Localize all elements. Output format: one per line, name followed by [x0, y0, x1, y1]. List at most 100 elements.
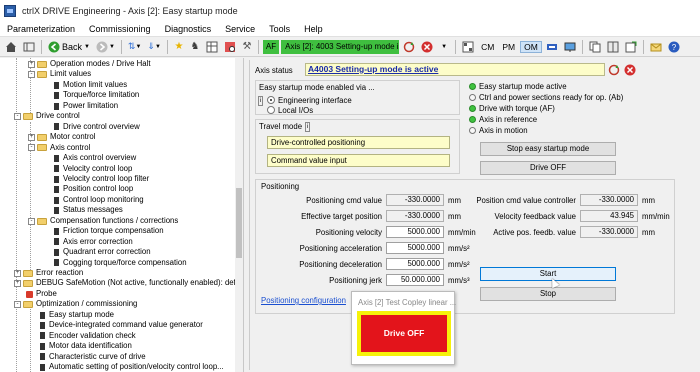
- tree-item[interactable]: Friction torque compensation: [54, 226, 164, 237]
- tree-item[interactable]: + Operation modes / Drive Halt: [28, 59, 151, 70]
- collapse-toggle-icon[interactable]: -: [14, 301, 21, 309]
- tree-item[interactable]: Drive control overview: [54, 122, 140, 133]
- cm-mode-button[interactable]: CM: [478, 42, 497, 52]
- input-positioning-velocity[interactable]: 5000.000: [386, 226, 444, 238]
- person-run-icon[interactable]: ♞: [188, 39, 202, 55]
- tree-item[interactable]: - Limit values: [28, 69, 91, 80]
- radio-engineering-interface[interactable]: [267, 96, 275, 104]
- favorite-star-icon[interactable]: ★: [172, 39, 186, 55]
- tree-item[interactable]: Control loop monitoring: [54, 195, 144, 206]
- back-button[interactable]: Back ▼: [46, 39, 92, 55]
- window-title: ctrlX DRIVE Engineering - Axis [2]: Easy…: [22, 5, 238, 16]
- tree-item[interactable]: Device-integrated command value generato…: [40, 320, 203, 331]
- menu-help[interactable]: Help: [297, 21, 330, 37]
- tree-item[interactable]: Status messages: [54, 205, 123, 216]
- tree-item-label: Optimization / commissioning: [36, 299, 138, 309]
- tree-item[interactable]: + Error reaction: [14, 268, 83, 279]
- menu-service[interactable]: Service: [218, 21, 262, 37]
- drive-off-highlight: Drive OFF: [357, 311, 451, 356]
- menu-diagnostics[interactable]: Diagnostics: [158, 21, 219, 37]
- tree-item[interactable]: Motion limit values: [54, 80, 127, 91]
- option-local-ios[interactable]: Local I/Os: [278, 106, 313, 115]
- drive-off-button[interactable]: Drive OFF: [480, 161, 616, 175]
- chevron-down-icon[interactable]: ▼: [437, 39, 451, 55]
- tree-item[interactable]: Torque/force limitation: [54, 90, 139, 101]
- tree-item[interactable]: - Compensation functions / corrections: [28, 216, 178, 227]
- tree-item[interactable]: Velocity control loop: [54, 164, 132, 175]
- tree-item[interactable]: Encoder validation check: [40, 331, 136, 342]
- expand-toggle-icon[interactable]: +: [28, 133, 35, 141]
- collapse-toggle-icon[interactable]: -: [14, 113, 21, 120]
- help-icon[interactable]: ?: [666, 39, 682, 55]
- page-icon: [40, 311, 45, 319]
- tree-item[interactable]: Axis control overview: [54, 153, 136, 164]
- probe-icon: [26, 290, 33, 298]
- stop-button[interactable]: Stop: [480, 287, 616, 301]
- back-arrow-icon: [48, 41, 60, 52]
- tree-item[interactable]: - Optimization / commissioning: [14, 299, 137, 310]
- positioning-configuration-link[interactable]: Positioning configuration: [261, 296, 346, 305]
- tree-item[interactable]: Characteristic curve of drive: [40, 352, 146, 363]
- tree-item[interactable]: Cogging torque/force compensation: [54, 258, 187, 269]
- export-icon[interactable]: [623, 39, 639, 55]
- stop-easy-startup-button[interactable]: Stop easy startup mode: [480, 142, 616, 156]
- tree-item[interactable]: Quadrant error correction: [54, 247, 151, 258]
- expand-toggle-icon[interactable]: +: [14, 280, 21, 288]
- page-icon: [54, 123, 59, 131]
- tools-icon[interactable]: ⚒: [240, 39, 254, 55]
- menu-parameterization[interactable]: Parameterization: [0, 21, 82, 37]
- refresh-icon[interactable]: [401, 39, 417, 55]
- compare-icon[interactable]: [605, 39, 621, 55]
- table-icon[interactable]: [204, 39, 220, 55]
- tree-item[interactable]: Position control loop: [54, 184, 133, 195]
- tree-item[interactable]: Power limitation: [54, 101, 118, 112]
- travel-mode-positioning[interactable]: Drive-controlled positioning: [267, 136, 450, 149]
- label-positioning-acceleration: Positioning acceleration: [299, 244, 382, 253]
- tree-item[interactable]: Motor data identification: [40, 341, 132, 352]
- tree-scrollbar-thumb[interactable]: [236, 188, 242, 258]
- stop-icon[interactable]: [624, 64, 636, 78]
- input-positioning-jerk[interactable]: 50.000.000: [386, 274, 444, 286]
- collapse-toggle-icon[interactable]: -: [28, 144, 35, 152]
- parameter-icon[interactable]: [222, 39, 238, 55]
- collapse-toggle-icon[interactable]: -: [28, 71, 35, 79]
- tree-item[interactable]: + DEBUG SafeMotion (Not active, functiona…: [14, 278, 236, 289]
- tree-item[interactable]: Axis error correction: [54, 237, 133, 248]
- collapse-toggle-icon[interactable]: -: [28, 217, 35, 225]
- popup-drive-off-button[interactable]: Drive OFF: [361, 315, 447, 352]
- arrows-up-down-icon[interactable]: ⇅ ▼: [126, 39, 144, 55]
- mail-icon[interactable]: [648, 39, 664, 55]
- copy-icon[interactable]: [587, 39, 603, 55]
- radio-local-ios[interactable]: [267, 106, 275, 114]
- refresh-icon[interactable]: [608, 64, 620, 78]
- tree-item-label: Axis error correction: [63, 236, 133, 246]
- tree-scrollbar[interactable]: [235, 58, 243, 372]
- tree-item[interactable]: Automatic setting of position/velocity c…: [40, 362, 224, 372]
- input-positioning-acceleration[interactable]: 5000.000: [386, 242, 444, 254]
- tree-item[interactable]: Velocity control loop filter: [54, 174, 149, 185]
- tree-item[interactable]: - Axis control: [28, 143, 90, 154]
- home-icon[interactable]: [3, 39, 19, 55]
- monitor-icon[interactable]: [562, 39, 578, 55]
- tree-view-icon[interactable]: [21, 39, 37, 55]
- forward-button[interactable]: ▼: [94, 39, 117, 55]
- option-engineering-interface[interactable]: Engineering interface: [278, 96, 352, 105]
- expand-toggle-icon[interactable]: +: [14, 269, 21, 277]
- tree-item[interactable]: + Motor control: [28, 132, 96, 143]
- stop-icon[interactable]: [419, 39, 435, 55]
- input-positioning-deceleration[interactable]: 5000.000: [386, 258, 444, 270]
- tree-item[interactable]: Probe: [26, 289, 57, 300]
- expand-toggle-icon[interactable]: +: [28, 60, 35, 68]
- travel-mode-command-value[interactable]: Command value input: [267, 154, 450, 167]
- arrow-down-icon[interactable]: ⇓ ▼: [145, 39, 163, 55]
- grid-icon[interactable]: [460, 39, 476, 55]
- menu-commissioning[interactable]: Commissioning: [82, 21, 158, 37]
- om-mode-button[interactable]: OM: [520, 40, 542, 53]
- tree-item-label: DEBUG SafeMotion (Not active, functional…: [36, 278, 236, 288]
- axis-status-value[interactable]: A4003 Setting-up mode is active: [305, 63, 605, 76]
- network-icon[interactable]: [544, 39, 560, 55]
- menu-tools[interactable]: Tools: [262, 21, 297, 37]
- tree-item[interactable]: Easy startup mode: [40, 310, 114, 321]
- pm-mode-button[interactable]: PM: [499, 42, 518, 52]
- tree-item[interactable]: - Drive control: [14, 111, 80, 122]
